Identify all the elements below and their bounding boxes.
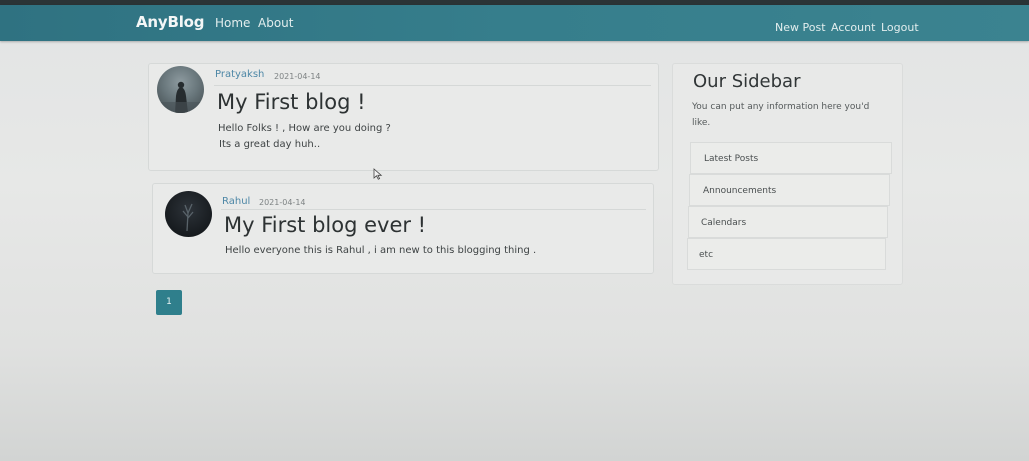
sidebar-item-etc[interactable]: etc <box>687 238 886 270</box>
post-title-link[interactable]: My First blog ever ! <box>224 213 426 237</box>
pagination-page-button[interactable]: 1 <box>156 290 182 315</box>
sidebar-item-calendars[interactable]: Calendars <box>688 206 888 238</box>
person-silhouette-icon <box>157 81 204 113</box>
post-date: 2021-04-14 <box>274 72 321 81</box>
author-avatar <box>165 191 212 237</box>
post-date: 2021-04-14 <box>259 198 306 207</box>
nav-home-link[interactable]: Home <box>215 16 250 30</box>
nav-account-link[interactable]: Account <box>831 21 875 34</box>
sidebar-item-label: Latest Posts <box>704 154 759 164</box>
sidebar-title: Our Sidebar <box>693 71 801 92</box>
author-avatar <box>157 66 204 113</box>
sidebar-item-announcements[interactable]: Announcements <box>689 174 890 206</box>
post-divider <box>221 209 646 210</box>
post-author-link[interactable]: Rahul <box>222 196 250 207</box>
post-author-link[interactable]: Pratyaksh <box>215 69 264 80</box>
sidebar-item-label: etc <box>699 250 714 260</box>
post-content-line: Its a great day huh.. <box>219 139 321 150</box>
navbar: AnyBlog Home About New Post Account Logo… <box>0 5 1029 41</box>
nav-about-link[interactable]: About <box>258 16 293 30</box>
nav-new-post-link[interactable]: New Post <box>775 21 826 34</box>
mouse-cursor-icon <box>373 168 383 180</box>
post-title-link[interactable]: My First blog ! <box>217 90 366 114</box>
sidebar-item-label: Calendars <box>701 218 747 228</box>
nav-logout-link[interactable]: Logout <box>881 21 919 34</box>
screen: AnyBlog Home About New Post Account Logo… <box>0 0 1029 461</box>
post-content-line: Hello Folks ! , How are you doing ? <box>218 123 391 134</box>
brand-logo[interactable]: AnyBlog <box>136 13 204 31</box>
post-divider <box>214 85 651 86</box>
sidebar-item-label: Announcements <box>703 186 777 196</box>
post-content-line: Hello everyone this is Rahul , i am new … <box>225 245 537 256</box>
sidebar-description-line: You can put any information here you'd <box>692 102 870 112</box>
sidebar-item-latest-posts[interactable]: Latest Posts <box>690 142 892 174</box>
sidebar-description-line: like. <box>692 118 711 128</box>
dark-tree-photo-icon <box>182 203 194 232</box>
